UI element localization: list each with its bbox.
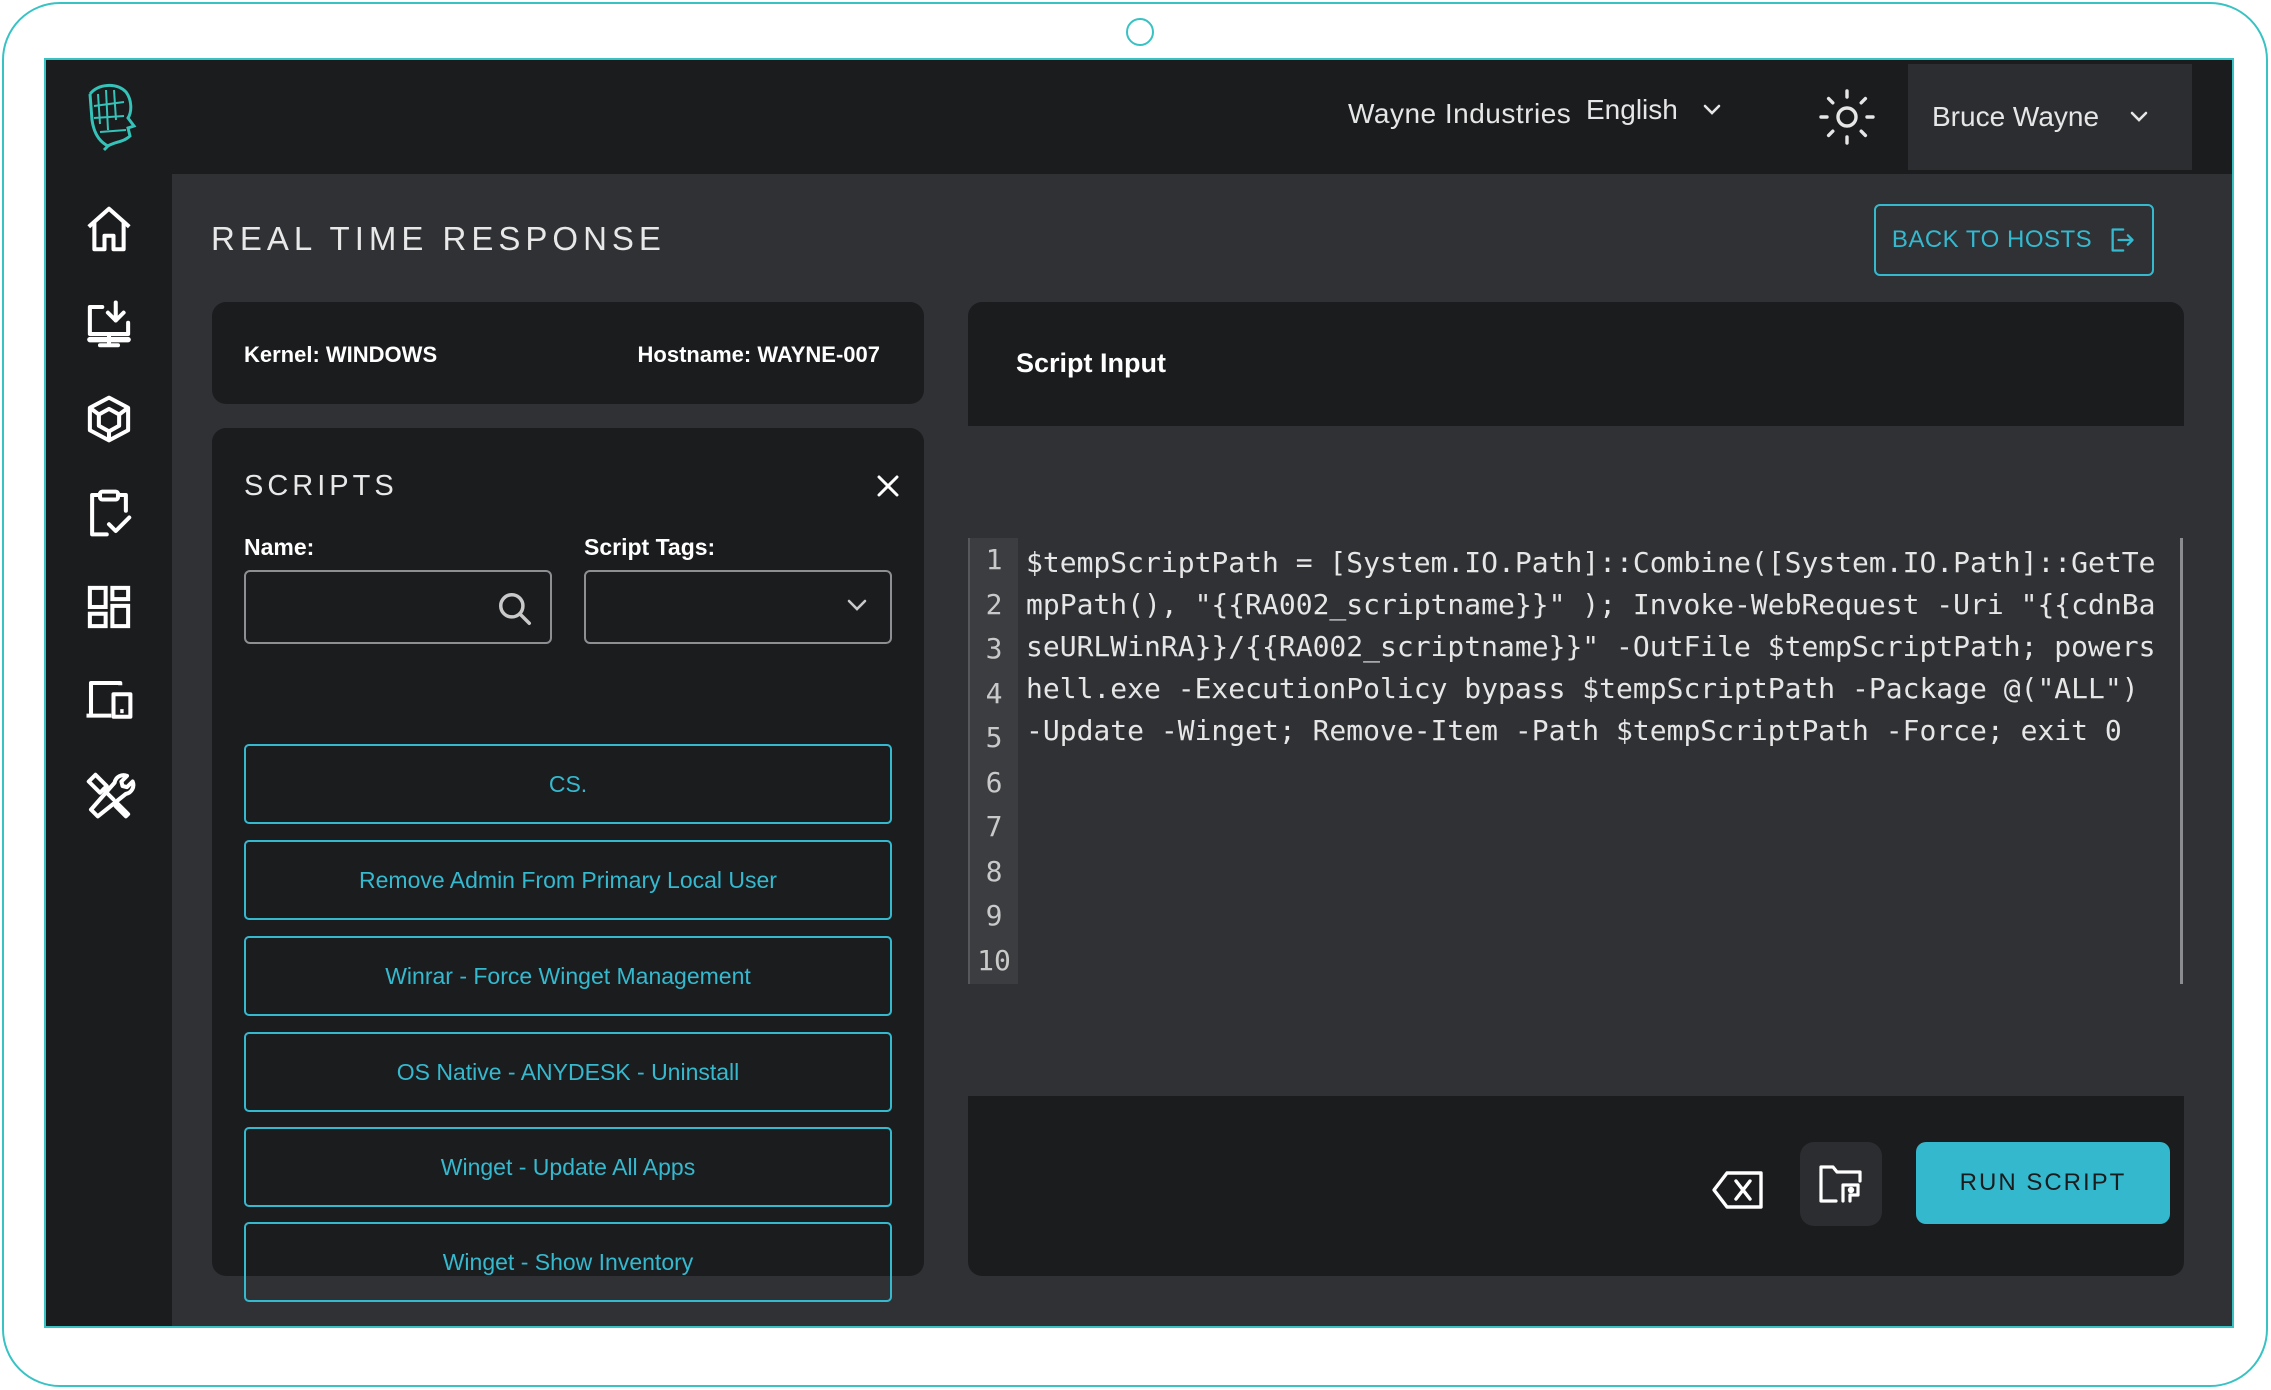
theme-toggle-button[interactable] <box>1812 82 1882 152</box>
devices-icon[interactable] <box>80 672 138 730</box>
line-number-gutter: 1 2 3 4 5 6 7 8 9 10 <box>968 538 1018 984</box>
line-number: 6 <box>985 765 1003 799</box>
back-to-hosts-button[interactable]: BACK TO HOSTS <box>1874 204 2154 276</box>
user-menu[interactable]: Bruce Wayne <box>1908 64 2192 170</box>
script-item-button[interactable]: OS Native - ANYDESK - Uninstall <box>244 1032 892 1112</box>
close-icon <box>877 475 899 497</box>
cube-icon[interactable] <box>80 390 138 448</box>
run-script-button[interactable]: RUN SCRIPT <box>1916 1142 2170 1224</box>
script-name-field <box>244 570 552 644</box>
load-script-button[interactable] <box>1800 1142 1882 1226</box>
host-info-card: Kernel: WINDOWS Hostname: WAYNE-007 <box>212 302 924 404</box>
line-number: 4 <box>985 676 1003 710</box>
user-name: Bruce Wayne <box>1932 101 2100 132</box>
scripts-panel: SCRIPTS Name: Script Tags: CS. Remove Ad… <box>212 428 924 1302</box>
script-tags-select[interactable] <box>584 570 892 644</box>
script-code-text[interactable]: $tempScriptPath = [System.IO.Path]::Comb… <box>1026 542 2166 752</box>
language-select[interactable]: English <box>1586 94 1722 126</box>
script-input-title: Script Input <box>1016 348 1166 378</box>
language-label: English <box>1586 94 1678 125</box>
script-tags-label: Script Tags: <box>584 534 716 560</box>
dashboard-grid-icon[interactable] <box>80 578 138 636</box>
app-screen: Wayne Industries English Bruce Wayne REA… <box>44 58 2234 1328</box>
camera-icon <box>1126 18 1154 46</box>
line-number: 8 <box>985 854 1003 888</box>
organization-name[interactable]: Wayne Industries <box>1348 98 1571 130</box>
line-number: 7 <box>985 810 1003 843</box>
name-label: Name: <box>244 534 315 560</box>
script-item-button[interactable]: Winget - Update All Apps <box>244 1127 892 1207</box>
brand-logo <box>80 80 138 152</box>
page-title: REAL TIME RESPONSE <box>211 220 666 257</box>
folder-script-icon <box>1819 1165 1862 1203</box>
tablet-frame: Wayne Industries English Bruce Wayne REA… <box>2 2 2268 1387</box>
code-scrollbar[interactable] <box>2180 538 2183 984</box>
clipboard-check-icon[interactable] <box>80 484 138 542</box>
download-monitor-icon[interactable] <box>80 296 138 354</box>
script-item-button[interactable]: Winget - Show Inventory <box>244 1222 892 1302</box>
back-to-hosts-label: BACK TO HOSTS <box>1891 226 2093 253</box>
script-item-button[interactable]: CS. <box>244 744 892 824</box>
chevron-down-icon <box>1703 104 1721 115</box>
script-item-button[interactable]: Remove Admin From Primary Local User <box>244 840 892 920</box>
script-item-button[interactable]: Winrar - Force Winget Management <box>244 936 892 1016</box>
code-editor[interactable]: 1 2 3 4 5 6 7 8 9 10 $tempScriptPath = [… <box>968 538 2184 984</box>
script-input-header: Script Input <box>968 302 2184 426</box>
sidebar <box>46 60 172 1326</box>
chevron-down-icon <box>2130 111 2148 122</box>
home-icon[interactable] <box>80 200 138 258</box>
clear-script-button[interactable] <box>1708 1160 1768 1220</box>
line-number: 10 <box>977 943 1011 977</box>
top-bar: Wayne Industries English Bruce Wayne <box>172 60 2232 174</box>
backspace-icon <box>1712 1171 1763 1209</box>
chevron-down-icon <box>847 599 867 611</box>
host-hostname: Hostname: WAYNE-007 <box>637 342 880 367</box>
sun-icon <box>1819 89 1875 145</box>
line-number: 3 <box>985 632 1003 665</box>
line-number: 9 <box>985 899 1003 932</box>
exit-icon <box>2111 228 2134 252</box>
scripts-title: SCRIPTS <box>244 470 398 502</box>
line-number: 5 <box>985 721 1003 754</box>
script-actions-bar: RUN SCRIPT <box>968 1096 2184 1276</box>
search-icon[interactable] <box>496 590 534 628</box>
line-number: 1 <box>985 543 1003 576</box>
line-number: 2 <box>985 587 1003 621</box>
tools-icon[interactable] <box>80 766 138 824</box>
host-kernel: Kernel: WINDOWS <box>244 342 438 367</box>
close-scripts-button[interactable] <box>870 468 906 504</box>
